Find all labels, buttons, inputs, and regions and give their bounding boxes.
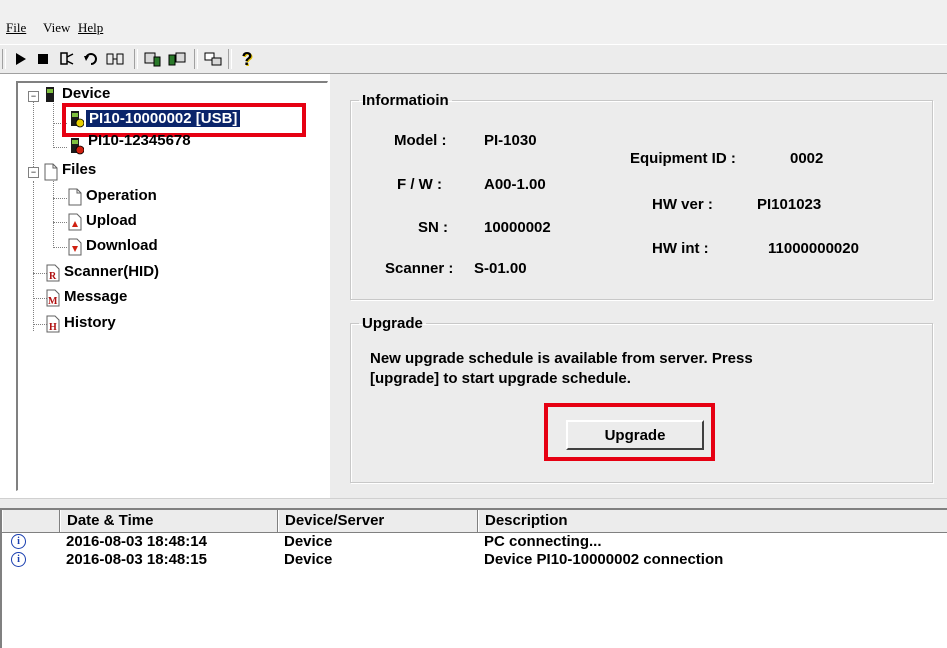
- upgrade-message-line2: [upgrade] to start upgrade schedule.: [370, 370, 631, 387]
- tree-node-upload-label: Upload: [86, 212, 137, 229]
- upload-device-icon[interactable]: [142, 49, 164, 69]
- panel-splitter[interactable]: [0, 498, 947, 508]
- log-row-datetime: 2016-08-03 18:48:15: [66, 551, 207, 568]
- upload-file-icon: [68, 213, 84, 231]
- upgrade-message-line1: New upgrade schedule is available from s…: [370, 350, 753, 367]
- highlight-box: [62, 103, 306, 137]
- upgrade-legend: Upgrade: [362, 315, 423, 332]
- tree-node-files[interactable]: Files: [62, 159, 96, 181]
- menu-help[interactable]: Help: [78, 20, 103, 36]
- log-row-source: Device: [284, 533, 333, 550]
- refresh-icon[interactable]: [80, 49, 102, 69]
- log-row-description: PC connecting...: [484, 533, 602, 550]
- menu-file-label: File: [6, 20, 27, 35]
- column-header-icon[interactable]: [2, 510, 60, 532]
- tree-node-scanner[interactable]: Scanner(HID): [64, 261, 159, 283]
- tree-node-message[interactable]: Message: [64, 286, 127, 308]
- tree-connector: [33, 273, 47, 274]
- download-file-icon: [68, 238, 84, 256]
- column-header-datetime[interactable]: Date & Time: [60, 510, 278, 532]
- menu-file[interactable]: File: [6, 20, 26, 36]
- tree-connector: [33, 298, 47, 299]
- tree-node-files-label: Files: [62, 161, 97, 178]
- tree-node-device-label: Device: [62, 85, 111, 102]
- tree-connector: [33, 99, 34, 171]
- tree-connector: [53, 101, 54, 148]
- toolbar: ?: [0, 44, 947, 74]
- log-row-description: Device PI10-10000002 connection: [484, 551, 724, 568]
- tree-node-device-2-label: PI10-12345678: [88, 133, 191, 149]
- sn-label: SN :: [418, 219, 448, 236]
- tree-node-device[interactable]: Device: [62, 83, 110, 105]
- tree-node-scanner-label: Scanner(HID): [64, 263, 160, 280]
- navigation-tree: − Device PI10-10000002 [USB] PI10-123456…: [16, 81, 328, 491]
- toolbar-grip: [2, 49, 6, 69]
- tree-node-device-2[interactable]: PI10-12345678: [88, 133, 191, 149]
- fw-label: F / W :: [397, 176, 442, 193]
- tree-connector: [53, 222, 67, 223]
- scanner-value: S-01.00: [474, 260, 527, 277]
- device-disconnected-icon: [68, 137, 85, 155]
- svg-text:R: R: [49, 271, 57, 282]
- tree-node-history-label: History: [64, 314, 116, 331]
- network-icon[interactable]: [202, 49, 224, 69]
- files-collapse-toggle[interactable]: −: [28, 167, 39, 178]
- model-label: Model :: [394, 132, 447, 149]
- tree-node-message-label: Message: [64, 288, 128, 305]
- model-value: PI-1030: [484, 132, 537, 149]
- device-icon[interactable]: [56, 49, 78, 69]
- information-legend: Informatioin: [362, 92, 449, 109]
- equipment-id-label: Equipment ID :: [630, 150, 736, 167]
- log-list: Date & Time Device/Server Description i …: [0, 508, 947, 648]
- device-collapse-toggle[interactable]: −: [28, 91, 39, 102]
- info-icon: i: [11, 534, 26, 549]
- menu-help-label: Help: [78, 20, 104, 35]
- history-file-icon: H: [46, 315, 62, 333]
- column-header-description[interactable]: Description: [478, 510, 947, 532]
- tree-node-download-label: Download: [86, 237, 158, 254]
- svg-text:H: H: [49, 322, 57, 333]
- tree-node-operation[interactable]: Operation: [86, 185, 157, 207]
- tree-connector: [53, 147, 67, 148]
- scanner-label: Scanner :: [385, 260, 454, 277]
- equipment-id-value: 0002: [790, 150, 824, 167]
- download-device-icon[interactable]: [166, 49, 188, 69]
- tree-connector: [53, 247, 67, 248]
- transfer-icon[interactable]: [104, 49, 126, 69]
- log-row-source: Device: [284, 551, 333, 568]
- tree-connector: [53, 198, 67, 199]
- device-icon: [42, 86, 58, 104]
- fw-value: A00-1.00: [484, 176, 546, 193]
- play-icon[interactable]: [10, 49, 32, 69]
- help-icon[interactable]: ?: [236, 49, 258, 69]
- tree-connector: [53, 181, 54, 248]
- tree-node-history[interactable]: History: [64, 312, 116, 334]
- info-icon: i: [11, 552, 26, 567]
- tree-connector: [33, 181, 34, 331]
- scanner-file-icon: R: [46, 264, 62, 282]
- tree-connector: [33, 324, 47, 325]
- hw-int-value: 11000000020: [768, 240, 859, 257]
- menu-bar: File View Help: [0, 0, 947, 44]
- tree-node-upload[interactable]: Upload: [86, 210, 137, 232]
- log-header: Date & Time Device/Server Description: [2, 510, 947, 533]
- tree-node-operation-label: Operation: [86, 187, 157, 204]
- message-file-icon: M: [46, 289, 62, 307]
- file-icon: [44, 163, 60, 181]
- toolbar-separator: [228, 49, 232, 69]
- tree-node-download[interactable]: Download: [86, 235, 158, 257]
- column-header-source[interactable]: Device/Server: [278, 510, 478, 532]
- upgrade-button[interactable]: Upgrade: [566, 420, 704, 450]
- stop-icon[interactable]: [32, 49, 54, 69]
- sn-value: 10000002: [484, 219, 551, 236]
- hw-ver-label: HW ver :: [652, 196, 713, 213]
- hw-int-label: HW int :: [652, 240, 709, 257]
- log-row-datetime: 2016-08-03 18:48:14: [66, 533, 207, 550]
- toolbar-separator: [194, 49, 198, 69]
- svg-text:M: M: [48, 296, 58, 307]
- toolbar-separator: [134, 49, 138, 69]
- file-icon: [68, 188, 84, 206]
- menu-view[interactable]: View: [43, 20, 70, 36]
- hw-ver-value: PI101023: [757, 196, 822, 213]
